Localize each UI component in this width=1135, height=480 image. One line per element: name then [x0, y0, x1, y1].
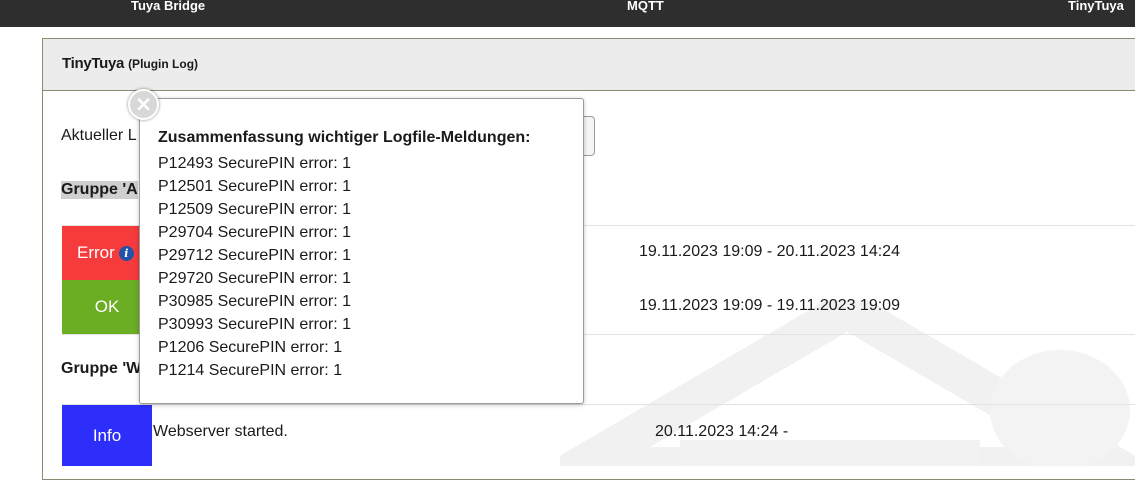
list-item: P30993 SecurePIN error: 1 — [158, 316, 351, 333]
popup-message-list: P12493 SecurePIN error: 1 P12501 SecureP… — [158, 152, 351, 382]
divider — [62, 404, 1135, 405]
list-item: P29704 SecurePIN error: 1 — [158, 224, 351, 241]
top-nav: Tuya Bridge MQTT TinyTuya — [0, 0, 1135, 27]
nav-tinytuya[interactable]: TinyTuya — [1068, 0, 1124, 14]
popup-title: Zusammenfassung wichtiger Logfile-Meldun… — [158, 129, 531, 146]
panel-title-text: TinyTuya — [62, 55, 125, 72]
status-badge-label: Info — [92, 425, 122, 445]
nav-tuya-bridge[interactable]: Tuya Bridge — [131, 0, 205, 14]
row-date-range: 20.11.2023 14:24 - — [655, 423, 789, 440]
row-date-range: 19.11.2023 19:09 - 20.11.2023 14:24 — [639, 243, 900, 260]
info-icon[interactable]: i — [118, 245, 134, 261]
list-item: P29720 SecurePIN error: 1 — [158, 270, 351, 287]
panel-header: TinyTuya (Plugin Log) — [43, 39, 1135, 91]
panel-title: TinyTuya (Plugin Log) — [62, 55, 198, 72]
list-item: P12501 SecurePIN error: 1 — [158, 178, 351, 195]
group-a-title: Gruppe 'A — [61, 181, 138, 199]
row-message: Webserver started. — [153, 423, 288, 440]
list-item: P1214 SecurePIN error: 1 — [158, 362, 343, 379]
status-badge-info: Info — [62, 405, 152, 466]
close-icon[interactable]: × — [128, 89, 159, 120]
row-date-range: 19.11.2023 19:09 - 19.11.2023 19:09 — [639, 297, 900, 314]
current-log-label: Aktueller L — [61, 127, 137, 144]
list-item: P30985 SecurePIN error: 1 — [158, 293, 351, 310]
list-item: P12509 SecurePIN error: 1 — [158, 201, 351, 218]
panel-subtitle: (Plugin Log) — [128, 57, 199, 71]
log-summary-popup: Zusammenfassung wichtiger Logfile-Meldun… — [139, 98, 584, 404]
list-item: P12493 SecurePIN error: 1 — [158, 155, 351, 172]
list-item: P29712 SecurePIN error: 1 — [158, 247, 351, 264]
group-w-title: Gruppe 'W — [61, 360, 142, 377]
list-item: P1206 SecurePIN error: 1 — [158, 339, 343, 356]
status-badge-label: Error — [77, 243, 115, 262]
nav-mqtt[interactable]: MQTT — [627, 0, 664, 14]
status-badge-label: OK — [94, 297, 120, 316]
